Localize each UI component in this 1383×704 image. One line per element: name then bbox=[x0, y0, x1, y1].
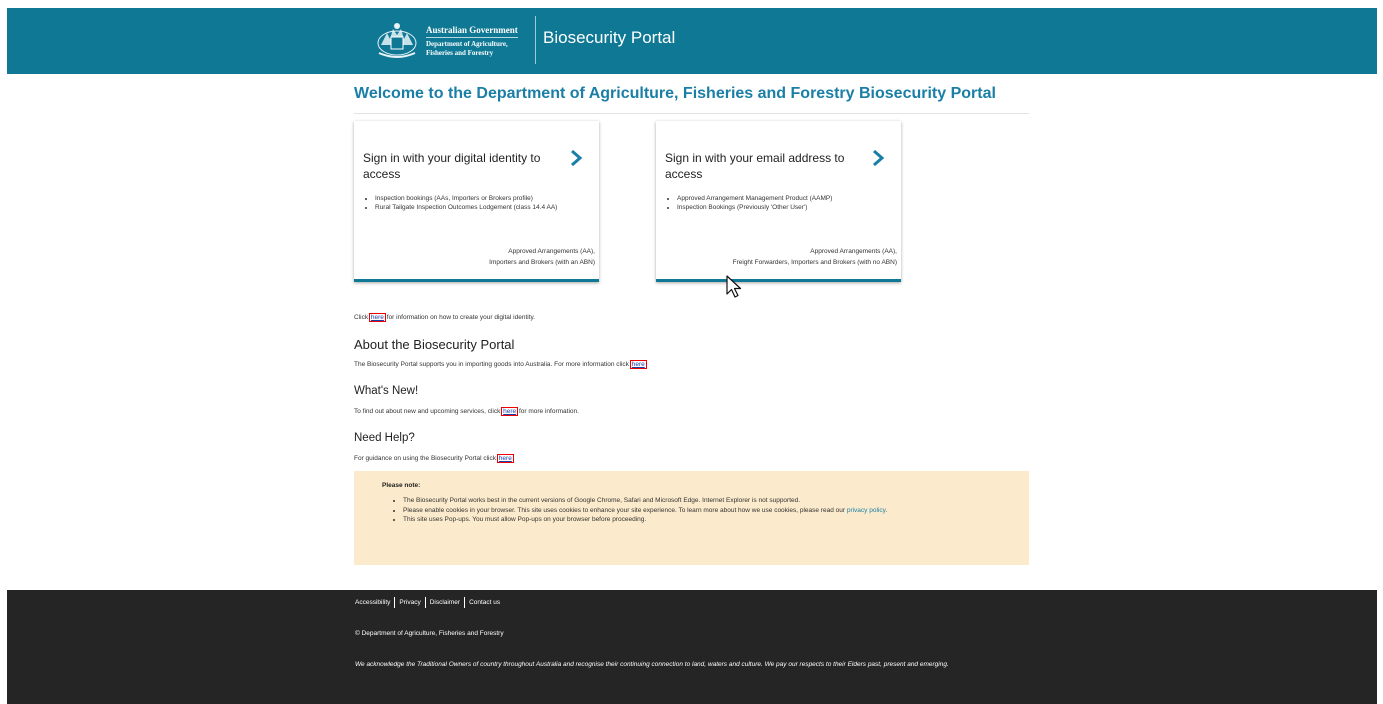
need-help-here-link[interactable]: here bbox=[496, 454, 514, 463]
card-footer: Approved Arrangements (AA), Freight Forw… bbox=[733, 246, 897, 268]
portal-title[interactable]: Biosecurity Portal bbox=[543, 28, 675, 48]
text-fragment: The Biosecurity Portal supports you in i… bbox=[354, 361, 631, 368]
about-text: The Biosecurity Portal supports you in i… bbox=[354, 360, 647, 369]
government-logo[interactable]: Australian Government Department of Agri… bbox=[375, 16, 535, 66]
site-footer: Accessibility Privacy Disclaimer Contact… bbox=[7, 590, 1377, 704]
need-help-text: For guidance on using the Biosecurity Po… bbox=[354, 454, 514, 463]
footer-separator bbox=[424, 597, 426, 608]
card-footer-line: Freight Forwarders, Importers and Broker… bbox=[732, 259, 897, 266]
header-divider bbox=[535, 16, 536, 64]
text-fragment: Please enable cookies in your browser. T… bbox=[403, 506, 847, 514]
privacy-policy-link[interactable]: privacy policy bbox=[847, 507, 886, 514]
main-content: Welcome to the Department of Agriculture… bbox=[354, 82, 1029, 565]
whats-new-heading: What's New! bbox=[354, 385, 419, 397]
note-item: This site uses Pop-ups. You must allow P… bbox=[403, 515, 1003, 525]
card-title: Sign in with your digital identity to ac… bbox=[363, 151, 541, 181]
card-footer-line: Importers and Brokers (with an ABN) bbox=[489, 259, 595, 266]
text-fragment: For guidance on using the Biosecurity Po… bbox=[354, 455, 498, 462]
list-item: Approved Arrangement Management Product … bbox=[677, 194, 907, 203]
disclaimer-link[interactable]: Disclaimer bbox=[430, 599, 460, 606]
please-note-panel: Please note: The Biosecurity Portal work… bbox=[354, 471, 1029, 565]
card-list: Inspection bookings (AAs, Importers or B… bbox=[363, 194, 605, 212]
need-help-heading: Need Help? bbox=[354, 432, 415, 444]
note-title: Please note: bbox=[382, 482, 421, 489]
digital-identity-signin-card[interactable]: Sign in with your digital identity to ac… bbox=[354, 121, 599, 282]
footer-links: Accessibility Privacy Disclaimer Contact… bbox=[355, 597, 500, 608]
whats-new-here-link[interactable]: here bbox=[501, 407, 519, 416]
gov-line-3: Fisheries and Forestry bbox=[426, 48, 494, 57]
government-wordmark: Australian Government Department of Agri… bbox=[426, 25, 518, 58]
gov-line-2: Department of Agriculture, bbox=[426, 39, 508, 48]
email-signin-card[interactable]: Sign in with your email address to acces… bbox=[656, 121, 901, 282]
card-footer: Approved Arrangements (AA), Importers an… bbox=[489, 246, 595, 268]
contact-us-link[interactable]: Contact us bbox=[469, 599, 500, 606]
text-fragment: Click bbox=[354, 314, 370, 321]
note-item: The Biosecurity Portal works best in the… bbox=[403, 496, 1003, 506]
text-fragment: To find out about new and upcoming servi… bbox=[354, 408, 503, 415]
card-title: Sign in with your email address to acces… bbox=[665, 151, 845, 181]
text-fragment: for information on how to create your di… bbox=[384, 314, 536, 321]
copyright: © Department of Agriculture, Fisheries a… bbox=[355, 630, 504, 637]
mouse-cursor-icon bbox=[726, 275, 742, 298]
text-fragment: for more information. bbox=[517, 408, 579, 415]
note-item: Please enable cookies in your browser. T… bbox=[403, 506, 1003, 516]
list-item: Inspection Bookings (Previously 'Other U… bbox=[677, 203, 907, 212]
page-title: Welcome to the Department of Agriculture… bbox=[354, 82, 1029, 114]
list-item: Rural Tailgate Inspection Outcomes Lodge… bbox=[375, 203, 605, 212]
digital-identity-info: Click here for information on how to cre… bbox=[354, 313, 536, 322]
card-footer-line: Approved Arrangements (AA), bbox=[508, 248, 595, 255]
about-heading: About the Biosecurity Portal bbox=[354, 337, 515, 352]
about-here-link[interactable]: here bbox=[629, 360, 647, 369]
card-footer-line: Approved Arrangements (AA), bbox=[810, 248, 897, 255]
footer-separator bbox=[394, 597, 396, 608]
acknowledgement-of-country: We acknowledge the Traditional Owners of… bbox=[355, 661, 949, 668]
card-list: Approved Arrangement Management Product … bbox=[665, 194, 907, 212]
page-frame: Australian Government Department of Agri… bbox=[7, 8, 1377, 704]
chevron-right-icon bbox=[571, 150, 583, 166]
text-fragment: . bbox=[885, 506, 888, 514]
site-header: Australian Government Department of Agri… bbox=[7, 8, 1377, 74]
coat-of-arms-icon bbox=[377, 23, 417, 58]
note-list: The Biosecurity Portal works best in the… bbox=[394, 496, 1003, 525]
chevron-right-icon bbox=[873, 150, 885, 166]
list-item: Inspection bookings (AAs, Importers or B… bbox=[375, 194, 605, 203]
digital-identity-here-link[interactable]: here bbox=[368, 313, 386, 322]
accessibility-link[interactable]: Accessibility bbox=[355, 599, 390, 606]
whats-new-text: To find out about new and upcoming servi… bbox=[354, 407, 579, 416]
gov-line-1: Australian Government bbox=[426, 25, 518, 38]
privacy-link[interactable]: Privacy bbox=[399, 599, 420, 606]
footer-separator bbox=[464, 597, 466, 608]
